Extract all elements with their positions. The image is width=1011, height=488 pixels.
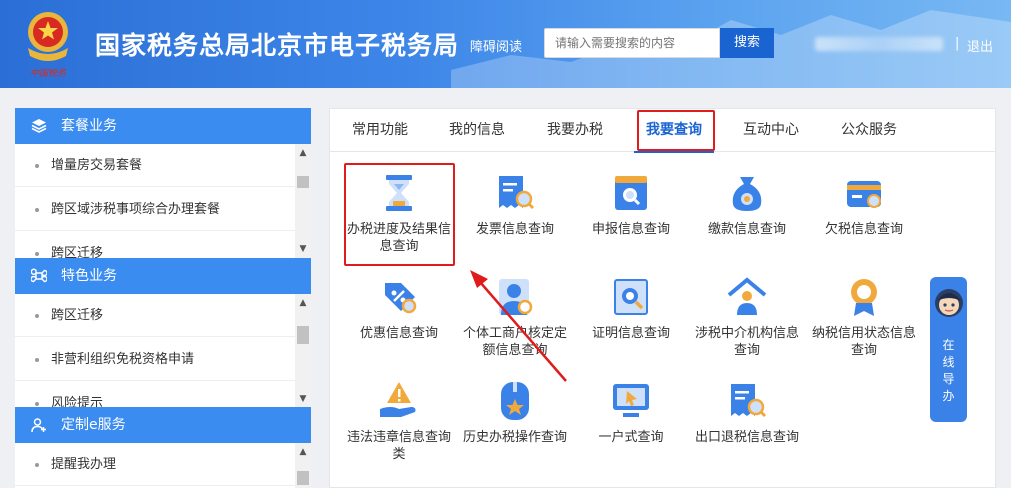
scroll-up-icon[interactable]: ▲ (295, 298, 311, 308)
tab-bar: 常用功能 我的信息 我要办税 我要查询 互动中心 公众服务 (330, 109, 995, 153)
grid-item-violation[interactable]: 违法违章信息查询类 (344, 379, 454, 463)
certificate-search-icon (614, 279, 648, 315)
sidebar-item[interactable]: 跨区域涉税事项综合办理套餐 (15, 188, 295, 231)
tab-public-service[interactable]: 公众服务 (839, 109, 899, 152)
blurred-username (815, 37, 943, 51)
agency-house-icon (727, 277, 767, 315)
grid-item-export-refund[interactable]: 出口退税信息查询 (692, 379, 802, 446)
scroll-thumb[interactable] (297, 176, 309, 188)
sidebar-section-title: 特色业务 (61, 268, 117, 284)
invoice-search-icon (499, 176, 535, 210)
grid-item-history[interactable]: 历史办税操作查询 (460, 379, 570, 446)
svg-text:中国税务: 中国税务 (30, 68, 67, 79)
grid-item-invoice[interactable]: 发票信息查询 (460, 171, 570, 238)
online-guide-label: 在线导办 (942, 338, 955, 403)
sidebar-section-title: 定制e服务 (61, 417, 126, 433)
grid-item-label: 缴款信息查询 (707, 222, 786, 237)
grid-item-label: 申报信息查询 (591, 222, 670, 237)
scroll-up-icon[interactable]: ▲ (295, 447, 311, 457)
highlight-box-tab (637, 110, 715, 151)
grid-item-label: 个体工商户核定定额信息查询 (462, 326, 567, 358)
sidebar-section-featured[interactable]: 特色业务 (15, 258, 311, 294)
command-icon (31, 268, 47, 283)
sidebar: 套餐业务 增量房交易套餐 跨区域涉税事项综合办理套餐 跨区迁移 ▲ ▼ 特色业务… (15, 108, 311, 488)
scroll-thumb[interactable] (297, 471, 309, 485)
discount-tag-icon (385, 283, 417, 314)
grid-item-label: 涉税中介机构信息查询 (694, 326, 799, 358)
grid-item-label: 一户式查询 (598, 430, 664, 445)
user-plus-icon (31, 418, 46, 433)
grid-item-label: 欠税信息查询 (824, 222, 903, 237)
grid-item-agency[interactable]: 涉税中介机构信息查询 (692, 275, 802, 359)
sidebar-item[interactable]: 跨区迁移 (15, 294, 295, 337)
grid-item-credit[interactable]: 纳税信用状态信息查询 (809, 275, 919, 359)
sidebar-list-package: 增量房交易套餐 跨区域涉税事项综合办理套餐 跨区迁移 ▲ ▼ (15, 144, 311, 258)
sidebar-scrollbar[interactable]: ▲ (295, 443, 311, 488)
sidebar-item[interactable]: 跨区迁移 (15, 232, 295, 258)
sidebar-scrollbar[interactable]: ▲ ▼ (295, 294, 311, 408)
grid-item-declaration[interactable]: 申报信息查询 (576, 171, 686, 238)
sidebar-scrollbar[interactable]: ▲ ▼ (295, 144, 311, 258)
export-refund-icon (731, 384, 767, 418)
site-header: 中国税务 国家税务总局北京市电子税务局 障碍阅读 搜索 | 退出 (0, 0, 1011, 88)
online-guide-widget[interactable]: 在线导办 (930, 277, 967, 422)
grid-item-arrears[interactable]: 欠税信息查询 (809, 171, 919, 238)
money-bag-icon (732, 177, 762, 211)
grid-item-one-household[interactable]: 一户式查询 (576, 379, 686, 446)
grid-item-label: 发票信息查询 (475, 222, 554, 237)
sidebar-section-title: 套餐业务 (61, 118, 117, 134)
scroll-up-icon[interactable]: ▲ (295, 148, 311, 158)
person-icon (499, 279, 533, 315)
grid-item-payment[interactable]: 缴款信息查询 (692, 171, 802, 238)
assistant-avatar-icon (935, 289, 963, 317)
credit-medal-icon (851, 279, 877, 316)
site-title: 国家税务总局北京市电子税务局 (95, 31, 460, 60)
query-panel: 常用功能 我的信息 我要办税 我要查询 互动中心 公众服务 办税进度及结果信息查… (329, 108, 996, 488)
monitor-cursor-icon (613, 384, 649, 417)
grid-item-label: 纳税信用状态信息查询 (811, 326, 916, 358)
wallet-icon (847, 181, 881, 208)
grid-item-label: 出口退税信息查询 (694, 430, 799, 445)
scroll-thumb[interactable] (297, 326, 309, 344)
sidebar-item[interactable]: 增量房交易套餐 (15, 144, 295, 187)
sidebar-section-package[interactable]: 套餐业务 (15, 108, 311, 144)
accessibility-reading-link[interactable]: 障碍阅读 (470, 36, 522, 55)
sidebar-list-custom: 提醒我办理 ▲ (15, 443, 311, 488)
search-button[interactable]: 搜索 (720, 28, 774, 58)
grid-item-certificate[interactable]: 证明信息查询 (576, 275, 686, 342)
sidebar-item[interactable]: 非营利组织免税资格申请 (15, 338, 295, 381)
warning-hand-icon (380, 382, 416, 417)
grid-item-label: 历史办税操作查询 (462, 430, 567, 445)
search-input[interactable] (544, 28, 720, 58)
grid-item-label: 违法违章信息查询类 (346, 430, 451, 462)
scroll-down-icon[interactable]: ▼ (295, 244, 311, 254)
grid-item-label: 优惠信息查询 (359, 326, 438, 341)
grid-item-individual-business[interactable]: 个体工商户核定定额信息查询 (460, 275, 570, 359)
tab-interaction[interactable]: 互动中心 (741, 109, 801, 152)
grid-item-preferential[interactable]: 优惠信息查询 (344, 275, 454, 342)
sidebar-section-custom[interactable]: 定制e服务 (15, 407, 311, 443)
highlight-box-progress (344, 163, 455, 266)
tab-handle-tax[interactable]: 我要办税 (545, 109, 605, 152)
sidebar-item[interactable]: 提醒我办理 (15, 443, 295, 486)
grid-item-label: 证明信息查询 (591, 326, 670, 341)
history-star-icon (501, 382, 529, 420)
scroll-down-icon[interactable]: ▼ (295, 394, 311, 404)
logout-link[interactable]: 退出 (967, 36, 993, 55)
tab-common[interactable]: 常用功能 (350, 109, 410, 152)
report-search-icon (615, 176, 647, 210)
sidebar-list-featured: 跨区迁移 非营利组织免税资格申请 风险提示 ▲ ▼ (15, 294, 311, 408)
tab-my-info[interactable]: 我的信息 (447, 109, 507, 152)
cube-stack-icon (31, 119, 47, 133)
sidebar-item[interactable]: 风险提示 (15, 382, 295, 408)
header-separator: | (955, 36, 960, 51)
tax-emblem-logo: 中国税务 (28, 12, 68, 79)
